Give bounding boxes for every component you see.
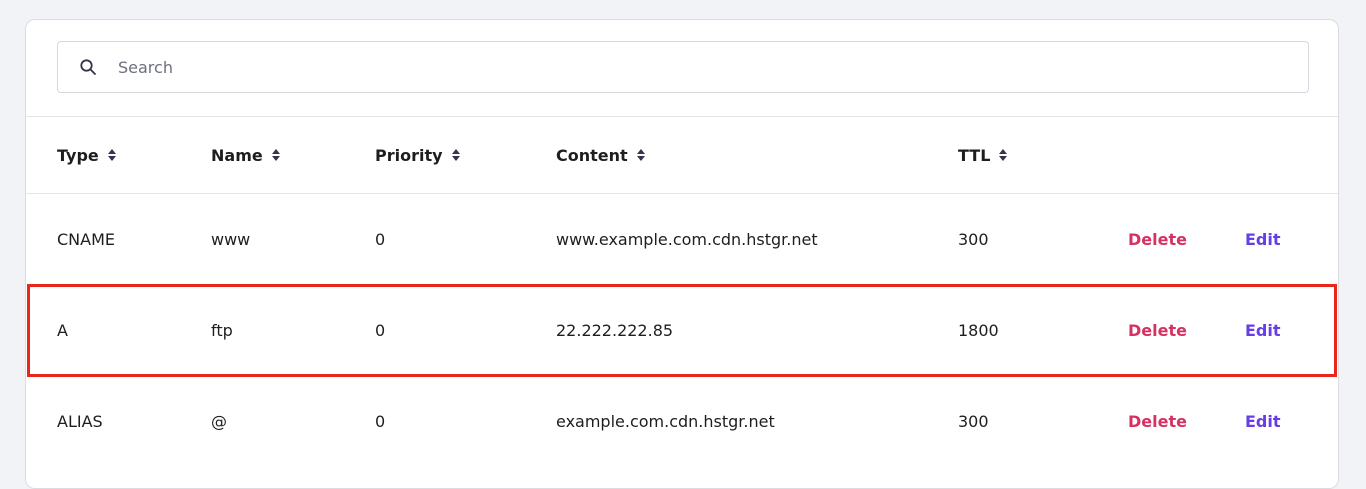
delete-button[interactable]: Delete — [1128, 194, 1187, 284]
cell-type: ALIAS — [57, 411, 103, 431]
table-row: CNAME www 0 www.example.com.cdn.hstgr.ne… — [26, 194, 1338, 284]
cell-ttl: 1800 — [958, 320, 999, 340]
column-header-label: Content — [556, 145, 628, 165]
sort-icon — [451, 148, 461, 162]
table-header: Type Name Priority Content TTL — [26, 117, 1338, 193]
column-header-label: Name — [211, 145, 263, 165]
table-row: A ftp 0 22.222.222.85 1800 Delete Edit — [26, 285, 1338, 375]
search-box[interactable] — [57, 41, 1309, 93]
search-input[interactable] — [118, 47, 1218, 87]
cell-content: 22.222.222.85 — [556, 320, 674, 340]
column-header-priority[interactable]: Priority — [375, 117, 461, 193]
sort-icon — [271, 148, 281, 162]
sort-icon — [998, 148, 1008, 162]
cell-content: example.com.cdn.hstgr.net — [556, 411, 775, 431]
cell-name: @ — [211, 411, 227, 431]
sort-icon — [107, 148, 117, 162]
column-header-ttl[interactable]: TTL — [958, 117, 1008, 193]
table-row: ALIAS @ 0 example.com.cdn.hstgr.net 300 … — [26, 376, 1338, 466]
cell-priority: 0 — [375, 229, 386, 249]
cell-name: ftp — [211, 320, 233, 340]
edit-button[interactable]: Edit — [1245, 376, 1281, 466]
cell-content: www.example.com.cdn.hstgr.net — [556, 229, 818, 249]
edit-button[interactable]: Edit — [1245, 285, 1281, 375]
column-header-label: Priority — [375, 145, 443, 165]
column-header-content[interactable]: Content — [556, 117, 646, 193]
cell-ttl: 300 — [958, 411, 989, 431]
delete-button[interactable]: Delete — [1128, 376, 1187, 466]
search-icon — [78, 57, 98, 77]
cell-priority: 0 — [375, 411, 386, 431]
column-header-type[interactable]: Type — [57, 117, 117, 193]
dns-records-card: Type Name Priority Content TTL — [25, 19, 1339, 489]
cell-type: A — [57, 320, 68, 340]
cell-priority: 0 — [375, 320, 386, 340]
sort-icon — [636, 148, 646, 162]
column-header-name[interactable]: Name — [211, 117, 281, 193]
column-header-label: Type — [57, 145, 99, 165]
cell-type: CNAME — [57, 229, 115, 249]
cell-ttl: 300 — [958, 229, 989, 249]
column-header-label: TTL — [958, 145, 991, 165]
edit-button[interactable]: Edit — [1245, 194, 1281, 284]
delete-button[interactable]: Delete — [1128, 285, 1187, 375]
cell-name: www — [211, 229, 251, 249]
